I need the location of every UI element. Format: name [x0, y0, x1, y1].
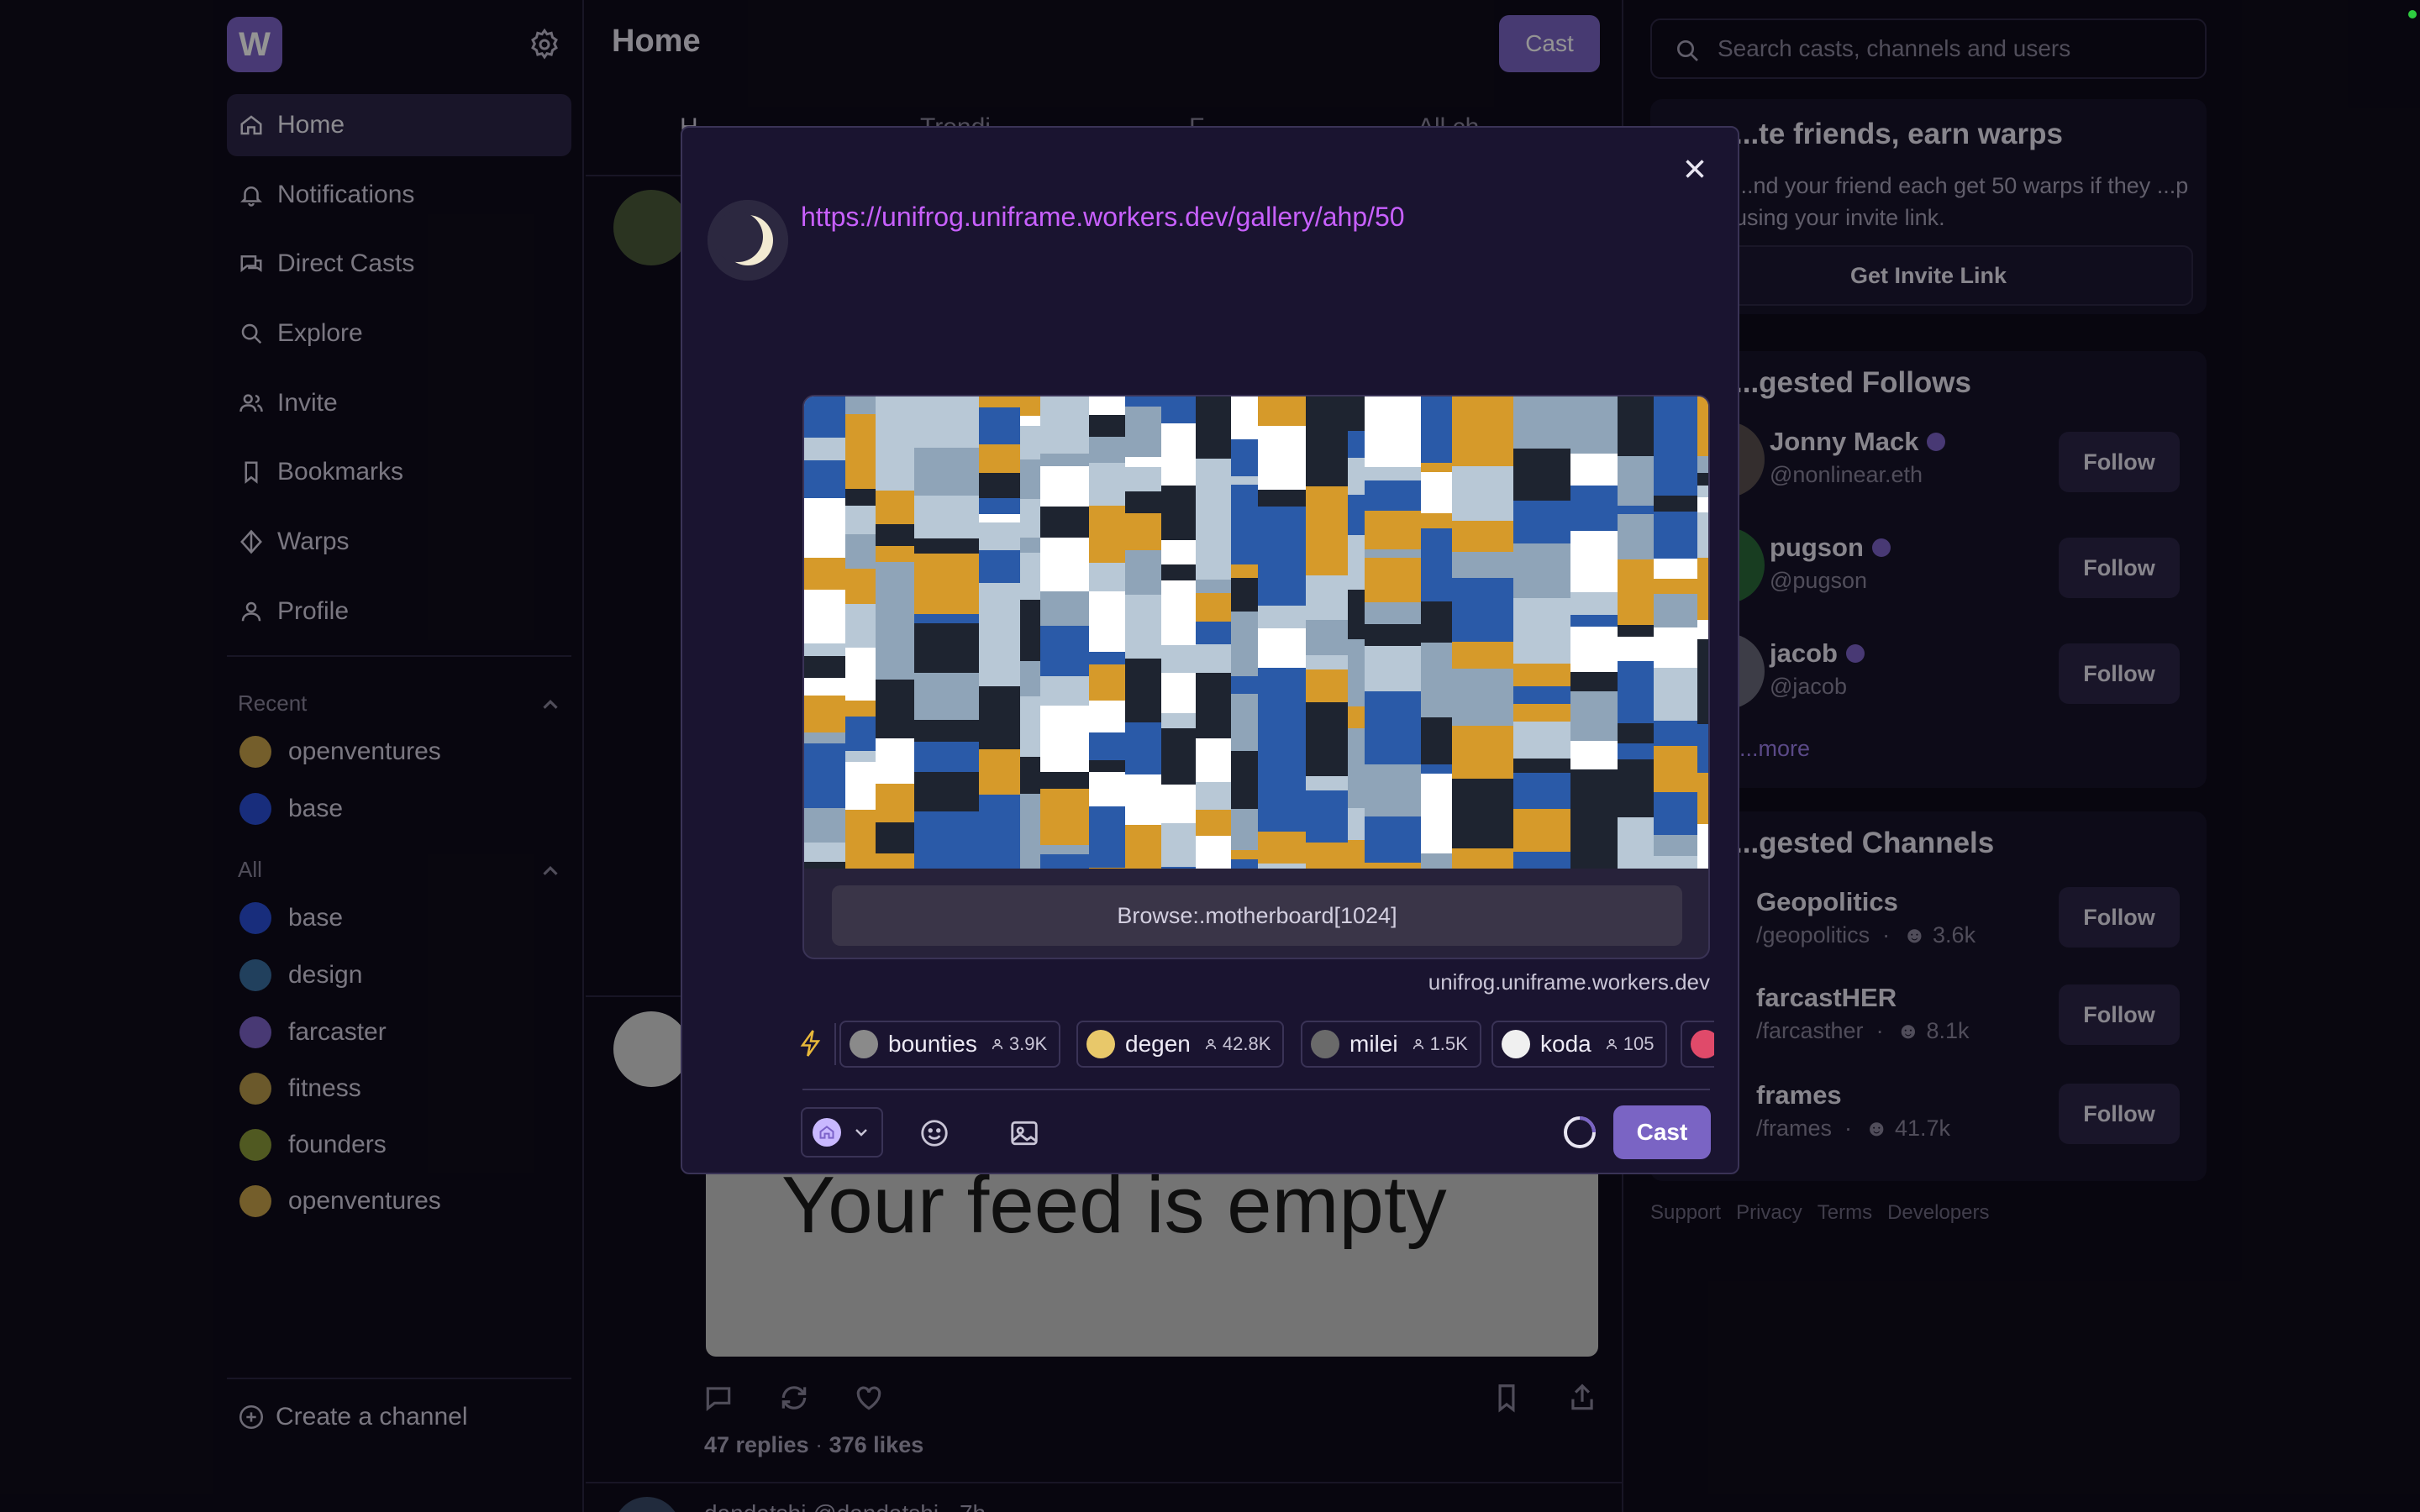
chip-count: 42.8K — [1222, 1033, 1271, 1054]
chip-label: bounties — [888, 1031, 977, 1057]
divider — [802, 1089, 1710, 1090]
image-icon[interactable] — [1008, 1117, 1040, 1149]
home-icon — [813, 1118, 841, 1147]
channel-selector[interactable] — [801, 1107, 883, 1158]
channel-chip-bounties[interactable]: bounties 3.9K — [839, 1021, 1061, 1068]
channel-avatar — [850, 1030, 878, 1058]
channel-chip-koda[interactable]: koda 105 — [1491, 1021, 1668, 1068]
embed-domain: unifrog.uniframe.workers.dev — [1428, 969, 1710, 995]
lightning-icon — [798, 1028, 823, 1058]
channel-chip-degen[interactable]: degen 42.8K — [1076, 1021, 1285, 1068]
chip-label: koda — [1540, 1031, 1591, 1057]
close-icon[interactable] — [1679, 153, 1711, 185]
frame-embed: Browse:.motherboard[1024] — [802, 395, 1710, 959]
emoji-icon[interactable] — [918, 1117, 950, 1149]
chip-members: 1.5K — [1412, 1033, 1468, 1055]
channel-avatar — [1691, 1030, 1714, 1058]
chip-count: 105 — [1623, 1033, 1655, 1054]
channel-chip-milei[interactable]: milei 1.5K — [1301, 1021, 1481, 1068]
character-count-ring — [1561, 1114, 1598, 1151]
channel-chips: bounties 3.9K degen 42.8K milei 1.5K kod… — [798, 1018, 1714, 1070]
chip-count: 3.9K — [1008, 1033, 1048, 1054]
chevron-down-icon — [851, 1122, 871, 1142]
avatar[interactable] — [708, 200, 788, 281]
chip-label: milei — [1349, 1031, 1398, 1057]
frame-action-button[interactable]: Browse:.motherboard[1024] — [832, 885, 1682, 946]
channel-avatar — [1311, 1030, 1339, 1058]
channel-chip-partial[interactable] — [1681, 1021, 1714, 1068]
chip-members: 105 — [1605, 1033, 1655, 1055]
submit-cast-button[interactable]: Cast — [1613, 1105, 1711, 1159]
chip-label: degen — [1125, 1031, 1191, 1057]
chip-members: 42.8K — [1204, 1033, 1271, 1055]
frame-image[interactable] — [804, 396, 1710, 869]
status-dot — [2408, 10, 2417, 18]
chip-members: 3.9K — [991, 1033, 1047, 1055]
channel-avatar — [1502, 1030, 1530, 1058]
channel-avatar — [1086, 1030, 1115, 1058]
cast-text-input[interactable]: https://unifrog.uniframe.workers.dev/gal… — [801, 202, 1405, 233]
chip-count: 1.5K — [1429, 1033, 1468, 1054]
divider — [834, 1023, 836, 1065]
